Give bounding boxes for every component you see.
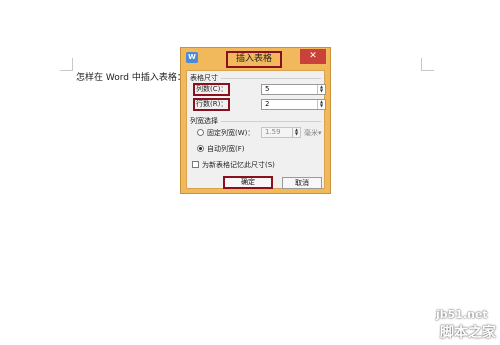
close-button[interactable]: ✕ [300, 49, 326, 64]
wps-app-icon: W [186, 52, 198, 63]
column-width-group-label: 列宽选择 [190, 117, 218, 125]
watermark-brand: 脚本之家 [440, 325, 496, 341]
rows-value: 2 [265, 100, 270, 108]
table-size-group-label: 表格尺寸 [190, 74, 218, 82]
remember-size-label: 为新表格记忆此尺寸(S) [202, 161, 275, 169]
columns-value: 5 [265, 85, 270, 93]
fixed-width-input[interactable]: 1.59 ▲ ▼ [261, 127, 301, 138]
ok-button[interactable]: 确定 [223, 176, 273, 189]
rows-spinner-arrows[interactable]: ▲ ▼ [317, 100, 325, 109]
width-unit-select[interactable]: 毫米▾ [304, 128, 322, 138]
columns-spinner-arrows[interactable]: ▲ ▼ [317, 85, 325, 94]
group-divider [221, 121, 321, 122]
rows-input[interactable]: 2 ▲ ▼ [261, 99, 326, 110]
rows-label: 行数(R)： [193, 98, 231, 111]
cancel-button[interactable]: 取消 [282, 177, 322, 189]
document-text-line: 怎样在 Word 中插入表格： [76, 73, 186, 83]
remember-size-checkbox[interactable] [192, 161, 199, 168]
dialog-titlebar[interactable]: W 插入表格 ✕ [181, 48, 330, 69]
fixed-width-value: 1.59 [265, 128, 281, 136]
auto-width-label: 自动列宽(F) [207, 145, 245, 153]
page-corner-mark-left [60, 58, 73, 71]
fixed-width-label: 固定列宽(W)： [207, 129, 255, 137]
group-divider [221, 78, 321, 79]
page-corner-mark-right [421, 58, 434, 71]
columns-label: 列数(C)： [193, 83, 231, 96]
watermark-domain: jb51.net [436, 308, 488, 321]
columns-input[interactable]: 5 ▲ ▼ [261, 84, 326, 95]
insert-table-dialog: W 插入表格 ✕ 表格尺寸 列数(C)： 5 ▲ ▼ 行数(R)： 2 ▲ ▼ 列宽… [180, 47, 331, 194]
auto-width-radio[interactable] [197, 145, 204, 152]
dialog-title: 插入表格 [226, 51, 282, 68]
fixed-width-radio[interactable] [197, 129, 204, 136]
dialog-client: 表格尺寸 列数(C)： 5 ▲ ▼ 行数(R)： 2 ▲ ▼ 列宽选择 固定列宽(W… [186, 70, 326, 189]
fixed-width-spinner-arrows[interactable]: ▲ ▼ [292, 128, 300, 137]
close-icon: ✕ [309, 51, 317, 61]
